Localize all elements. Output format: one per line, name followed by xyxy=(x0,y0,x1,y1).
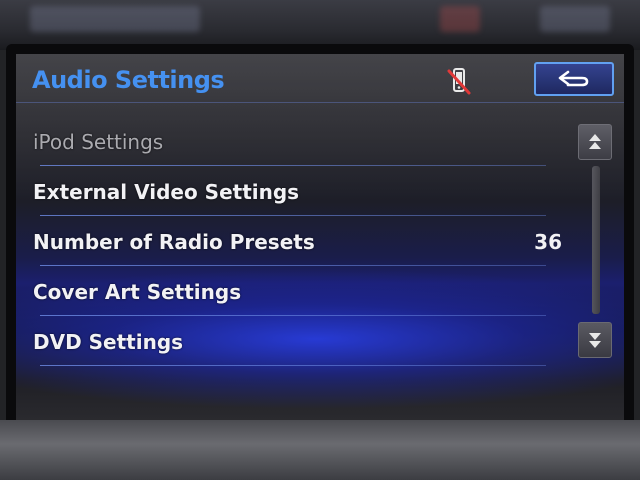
list-item-external-video-settings[interactable]: External Video Settings xyxy=(16,166,576,216)
list-item-label: Number of Radio Presets xyxy=(33,230,315,254)
list-item-ipod-settings[interactable]: iPod Settings xyxy=(16,116,576,166)
settings-list: iPod Settings External Video Settings Nu… xyxy=(16,116,576,366)
page-up-icon xyxy=(589,134,601,149)
list-item-cover-art-settings[interactable]: Cover Art Settings xyxy=(16,266,576,316)
page-up-button[interactable] xyxy=(578,124,612,160)
list-item-label: iPod Settings xyxy=(33,130,164,154)
back-button[interactable] xyxy=(534,62,614,96)
dashboard-bezel-top xyxy=(0,0,640,50)
page-title: Audio Settings xyxy=(32,66,225,94)
list-item-number-of-radio-presets[interactable]: Number of Radio Presets 36 xyxy=(16,216,576,266)
list-item-label: External Video Settings xyxy=(33,180,300,204)
radio-presets-value: 36 xyxy=(534,230,562,254)
scrollbar-track[interactable] xyxy=(592,166,600,314)
page-down-button[interactable] xyxy=(578,322,612,358)
bezel-reflection xyxy=(440,6,480,32)
list-item-label: Cover Art Settings xyxy=(33,280,242,304)
header-divider xyxy=(16,102,624,103)
audio-settings-screen: Audio Settings iPod Settings External Vi… xyxy=(16,54,624,424)
back-arrow-icon xyxy=(558,70,589,87)
dashboard-bezel-bottom xyxy=(0,420,640,480)
page-down-icon xyxy=(589,333,601,348)
list-item-dvd-settings[interactable]: DVD Settings xyxy=(16,316,576,366)
list-item-label: DVD Settings xyxy=(33,330,184,354)
phone-disconnected-icon xyxy=(444,66,474,96)
scrollbar-thumb[interactable] xyxy=(592,166,600,314)
row-divider xyxy=(40,365,546,366)
bezel-reflection xyxy=(30,6,200,32)
bezel-reflection xyxy=(540,6,610,32)
